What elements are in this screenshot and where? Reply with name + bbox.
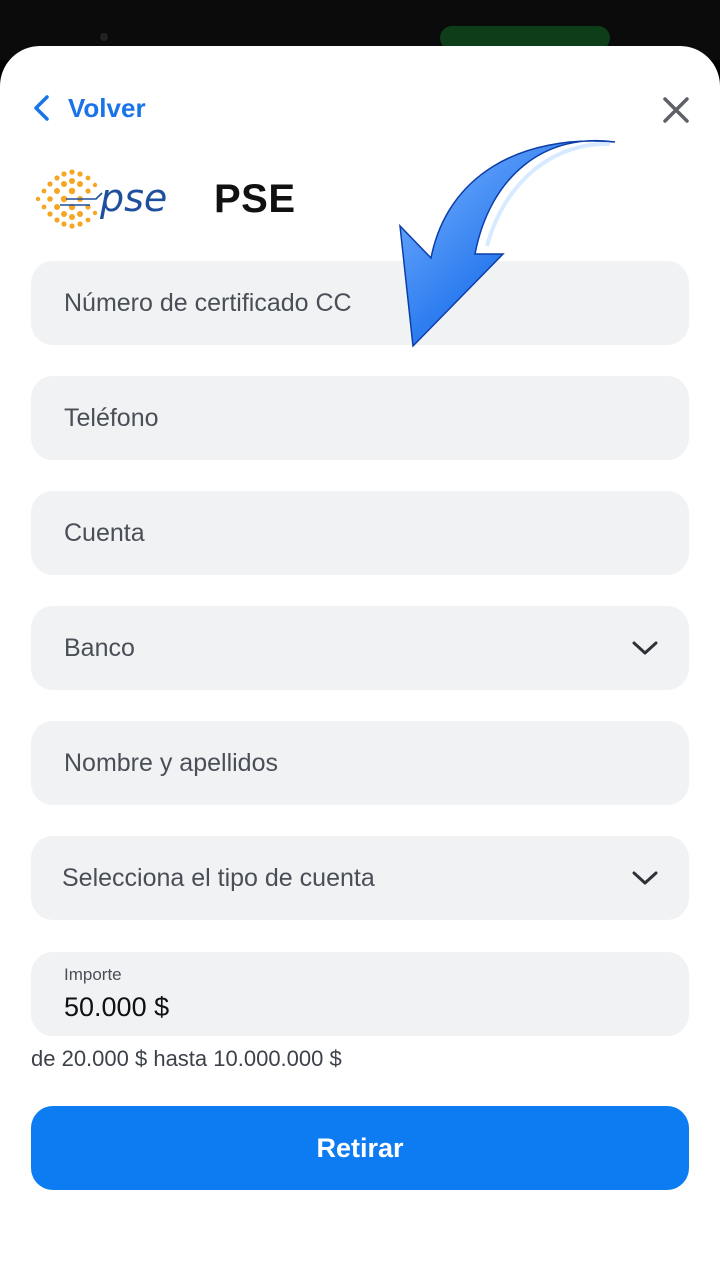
amount-value: 50.000 $ xyxy=(64,992,170,1022)
background-dot xyxy=(100,33,108,41)
chevron-down-icon xyxy=(632,641,658,655)
full-name-placeholder: Nombre y apellidos xyxy=(64,748,278,777)
chevron-left-icon xyxy=(34,95,49,121)
account-type-select[interactable]: Selecciona el tipo de cuenta xyxy=(31,836,689,920)
bank-placeholder: Banco xyxy=(64,633,135,662)
phone-placeholder: Teléfono xyxy=(64,403,159,432)
payment-method-brand: pse PSE xyxy=(30,164,296,234)
close-button[interactable] xyxy=(656,90,696,130)
account-type-placeholder: Selecciona el tipo de cuenta xyxy=(62,863,375,892)
account-field[interactable]: Cuenta xyxy=(31,491,689,575)
pse-logo-text: pse xyxy=(99,176,167,220)
withdraw-button[interactable]: Retirar xyxy=(31,1106,689,1190)
amount-label: Importe xyxy=(64,965,122,984)
back-button[interactable]: Volver xyxy=(30,90,146,126)
pse-logo: pse xyxy=(35,169,167,229)
phone-field[interactable]: Teléfono xyxy=(31,376,689,460)
curved-arrow-icon xyxy=(399,139,616,348)
full-name-field[interactable]: Nombre y apellidos xyxy=(31,721,689,805)
amount-field[interactable]: Importe 50.000 $ xyxy=(31,952,689,1036)
account-placeholder: Cuenta xyxy=(64,518,145,547)
withdraw-sheet: Volver pse PSE Número de certificado CC … xyxy=(0,46,720,1280)
close-icon xyxy=(663,97,689,123)
page-title: PSE xyxy=(214,176,296,221)
chevron-down-icon xyxy=(632,871,658,885)
bank-select[interactable]: Banco xyxy=(31,606,689,690)
amount-range-hint: de 20.000 $ hasta 10.000.000 $ xyxy=(31,1046,342,1071)
back-label: Volver xyxy=(68,92,146,123)
